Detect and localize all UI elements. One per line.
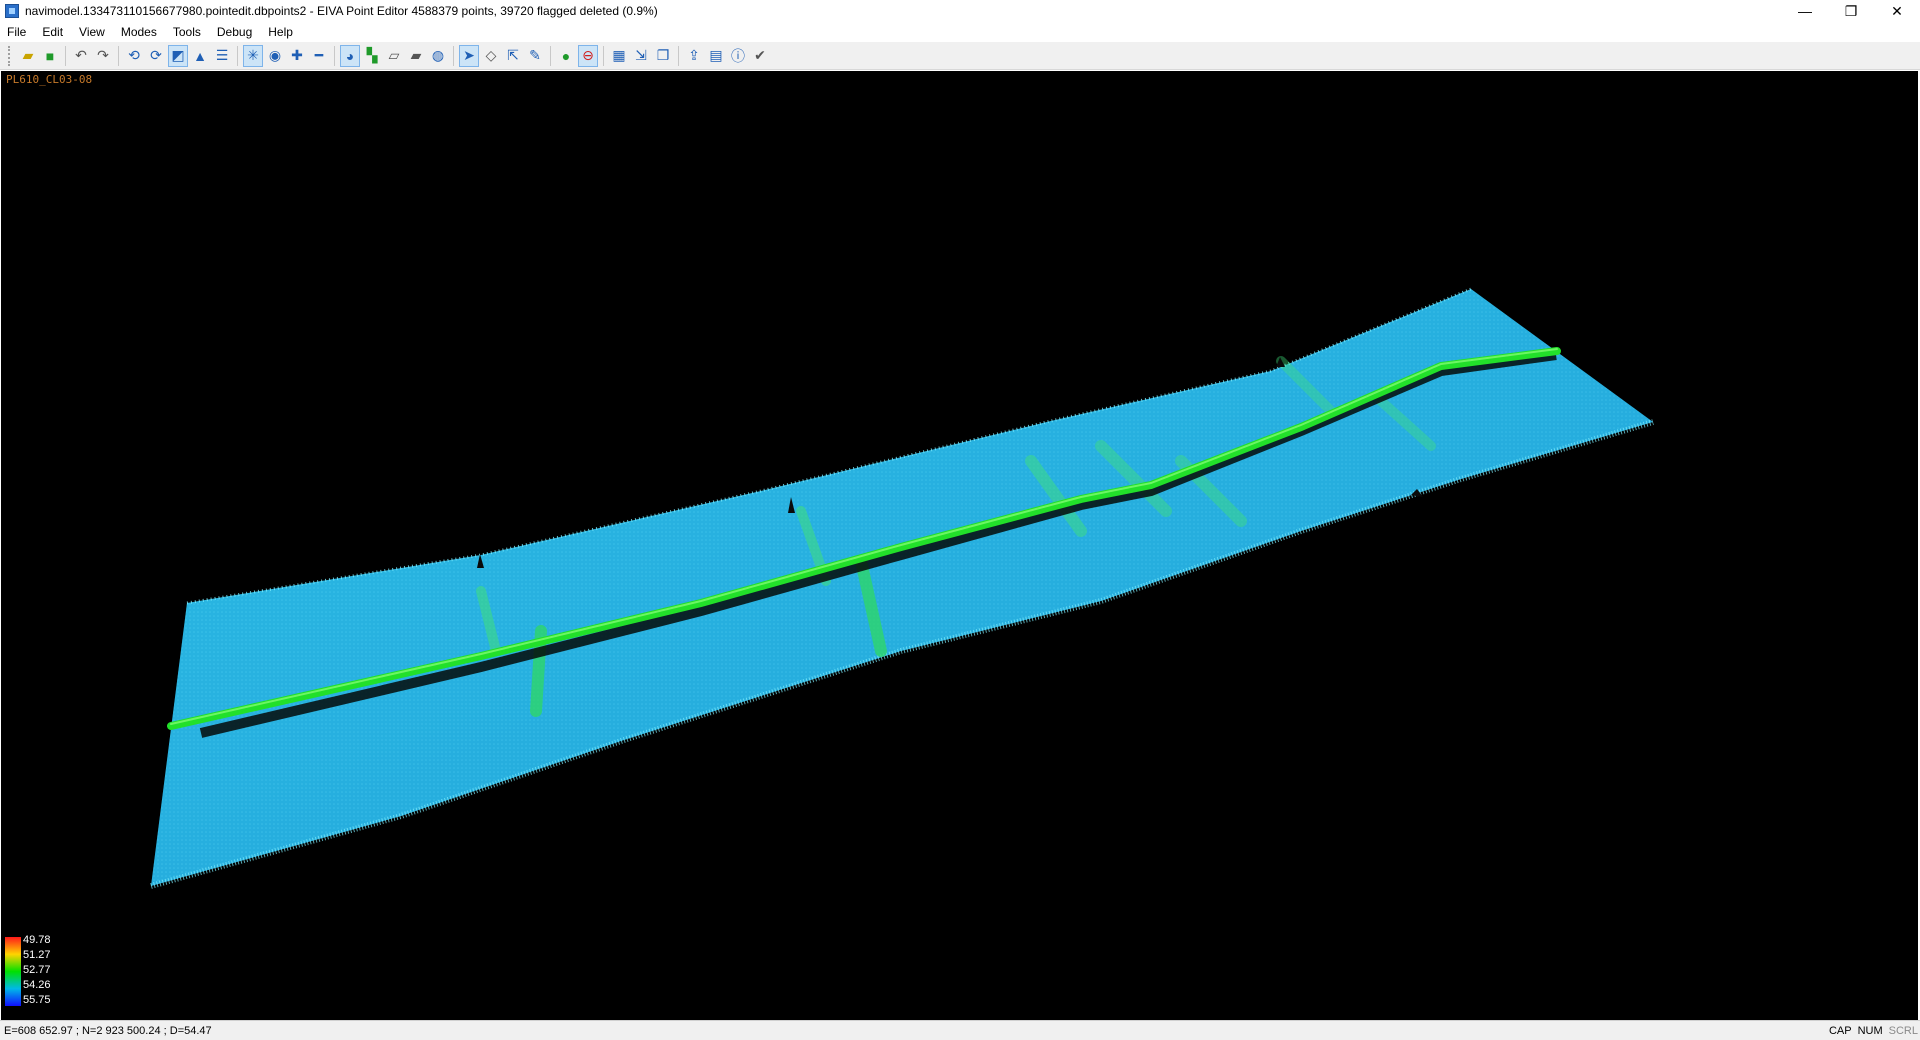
north-arrow-icon[interactable]: ▲ xyxy=(190,45,210,67)
menu-tools[interactable]: Tools xyxy=(165,22,209,42)
point-cloud-render xyxy=(150,287,1654,889)
window-title: navimodel.133473110156677980.pointedit.d… xyxy=(25,4,658,18)
snowflake-icon[interactable]: ✳ xyxy=(243,44,263,67)
toolbar-separator xyxy=(65,45,66,66)
legend-value: 55.75 xyxy=(23,994,51,1006)
measure-icon[interactable]: ▤ xyxy=(706,45,726,67)
menu-debug[interactable]: Debug xyxy=(209,22,260,42)
toolbar-separator xyxy=(453,45,454,66)
toolbar-grip[interactable] xyxy=(8,45,13,66)
menu-file[interactable]: File xyxy=(0,22,34,42)
list-icon[interactable]: ☰ xyxy=(212,45,232,67)
legend-labels: 49.78 51.27 52.77 54.26 55.75 xyxy=(23,934,51,1006)
rotate-icon[interactable]: ⟲ xyxy=(124,45,144,67)
caps-lock-indicator: CAP xyxy=(1828,1024,1852,1037)
plus-icon[interactable]: ✚ xyxy=(287,45,307,67)
minimize-button[interactable]: — xyxy=(1782,0,1828,22)
pick-icon[interactable]: ⇱ xyxy=(503,45,523,67)
toolbar-separator xyxy=(334,45,335,66)
open-icon[interactable]: ▰ xyxy=(18,45,38,67)
legend-value: 54.26 xyxy=(23,979,51,991)
status-bar: E=608 652.97 ; N=2 923 500.24 ; D=54.47 … xyxy=(0,1020,1920,1040)
pen-icon[interactable]: ✎ xyxy=(525,45,545,67)
legend-value: 49.78 xyxy=(23,934,51,946)
num-lock-indicator: NUM xyxy=(1857,1024,1883,1037)
toolbar-separator xyxy=(603,45,604,66)
target-icon[interactable]: ◉ xyxy=(265,45,285,67)
refresh-icon[interactable]: ⟳ xyxy=(146,45,166,67)
toolbar-separator xyxy=(237,45,238,66)
toolbar: ▰ ■ ↶ ↷ ⟲ ⟳ ◩ ▲ ☰ ✳ ◉ ✚ ━ ◕ ▚ ▱ ▰ ◍ ➤ ◇ … xyxy=(0,42,1920,70)
close-button[interactable]: ✕ xyxy=(1874,0,1920,22)
save-icon[interactable]: ■ xyxy=(40,45,60,67)
select-arrow-icon[interactable]: ➤ xyxy=(459,44,479,67)
line-name-label: PL610_CL03-08 xyxy=(6,73,93,86)
redo-icon[interactable]: ↷ xyxy=(93,45,113,67)
restore-button[interactable]: ❐ xyxy=(1828,0,1874,22)
color-by-map-icon[interactable]: ▚ xyxy=(362,45,382,67)
eraser-icon[interactable]: ◇ xyxy=(481,45,501,67)
legend-value: 51.27 xyxy=(23,949,51,961)
copy-icon[interactable]: ❐ xyxy=(653,45,673,67)
menu-help[interactable]: Help xyxy=(260,22,301,42)
check-icon[interactable]: ✔ xyxy=(750,45,770,67)
toolbar-separator xyxy=(678,45,679,66)
export-icon[interactable]: ⇪ xyxy=(684,45,704,67)
app-icon xyxy=(5,4,19,18)
delete-red-icon[interactable]: ⊖ xyxy=(578,44,598,67)
cursor-coordinates: E=608 652.97 ; N=2 923 500.24 ; D=54.47 xyxy=(4,1024,212,1037)
minus-icon[interactable]: ━ xyxy=(309,45,329,67)
undo-icon[interactable]: ↶ xyxy=(71,45,91,67)
cube-view-icon[interactable]: ◩ xyxy=(168,44,188,67)
grid-icon[interactable]: ▦ xyxy=(609,45,629,67)
legend-color-bar xyxy=(5,937,21,1006)
menu-modes[interactable]: Modes xyxy=(113,22,165,42)
color-by-depth-icon[interactable]: ◕ xyxy=(340,44,360,67)
toolbar-separator xyxy=(550,45,551,66)
window-controls: — ❐ ✕ xyxy=(1782,0,1920,22)
toolbar-separator xyxy=(118,45,119,66)
status-flags: CAP NUM SCRL xyxy=(1823,1025,1918,1037)
surface-shaded-icon[interactable]: ▰ xyxy=(406,45,426,67)
3d-viewport[interactable]: PL610_CL03-08 49.78 51.27 52.77 54.26 55… xyxy=(1,71,1918,1020)
info-icon[interactable]: ⓘ xyxy=(728,45,748,67)
scroll-lock-indicator: SCRL xyxy=(1888,1024,1918,1037)
title-bar: navimodel.133473110156677980.pointedit.d… xyxy=(0,0,1920,22)
globe-icon[interactable]: ◍ xyxy=(428,45,448,67)
menu-view[interactable]: View xyxy=(71,22,113,42)
menu-bar: File Edit View Modes Tools Debug Help xyxy=(0,22,1920,42)
move-icon[interactable]: ⇲ xyxy=(631,45,651,67)
depth-legend: 49.78 51.27 52.77 54.26 55.75 xyxy=(5,934,51,1006)
menu-edit[interactable]: Edit xyxy=(34,22,71,42)
legend-value: 52.77 xyxy=(23,964,51,976)
info-green-icon[interactable]: ● xyxy=(556,45,576,67)
surface-icon[interactable]: ▱ xyxy=(384,45,404,67)
